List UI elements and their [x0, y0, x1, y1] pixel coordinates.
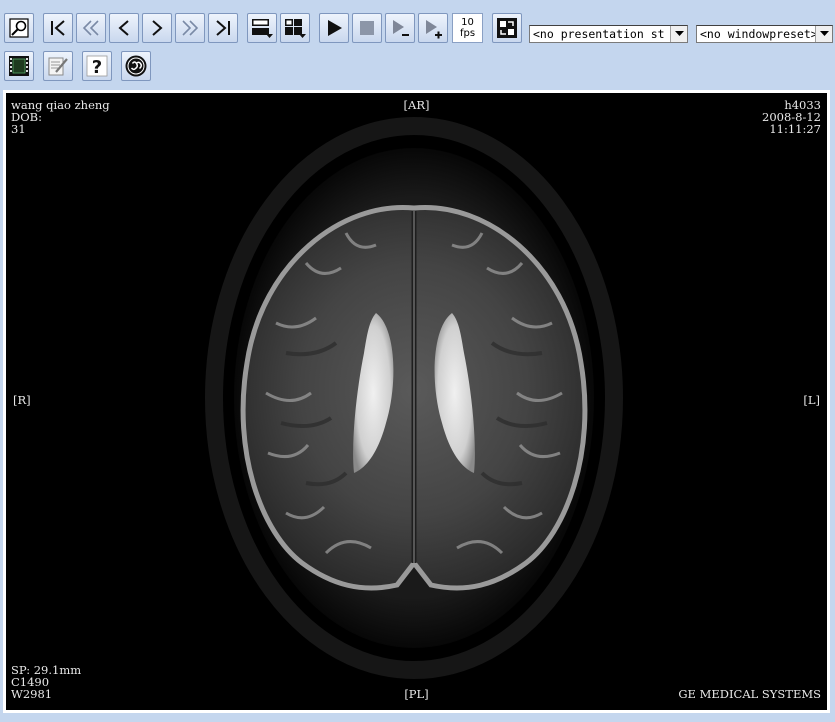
fast-rewind-button[interactable]: [76, 13, 106, 43]
previous-frame-button[interactable]: [109, 13, 139, 43]
increase-speed-button[interactable]: [418, 13, 448, 43]
play-icon: [328, 20, 342, 36]
skip-first-icon: [51, 20, 65, 36]
sync-icon: [497, 18, 517, 38]
stop-icon: [360, 21, 374, 35]
svg-text:?: ?: [92, 57, 102, 78]
film-icon: [9, 56, 29, 76]
ge-logo-button[interactable]: [121, 51, 151, 81]
layout-grid-icon: [285, 19, 306, 38]
fps-display: 10 fps: [452, 13, 483, 43]
fast-forward-button[interactable]: [175, 13, 205, 43]
presentation-state-value: <no presentation st: [533, 27, 665, 41]
annotate-button[interactable]: [43, 51, 73, 81]
orientation-top-marker: [AR]: [403, 98, 430, 112]
question-mark-icon: ?: [86, 55, 108, 78]
window-bottom-edge: [0, 714, 835, 722]
layout-rows-button[interactable]: [247, 13, 277, 43]
manufacturer-label: GE MEDICAL SYSTEMS: [678, 687, 821, 701]
next-frame-button[interactable]: [142, 13, 172, 43]
play-button[interactable]: [319, 13, 349, 43]
ge-logo-icon: [125, 55, 147, 77]
last-frame-button[interactable]: [208, 13, 238, 43]
dropdown-arrow-icon[interactable]: [670, 26, 687, 42]
layout-rows-icon: [252, 19, 273, 38]
presentation-state-select[interactable]: <no presentation st: [529, 25, 688, 43]
zoom-button[interactable]: [4, 13, 34, 43]
fps-unit: fps: [459, 28, 476, 39]
study-time: 11:11:27: [769, 122, 821, 136]
magnifier-icon: [9, 18, 29, 38]
play-plus-icon: [426, 20, 442, 39]
dropdown-arrow-icon[interactable]: [815, 26, 832, 42]
sync-button[interactable]: [492, 13, 522, 43]
image-number: 31: [11, 122, 26, 136]
layout-grid-button[interactable]: [280, 13, 310, 43]
orientation-right-marker: [L]: [803, 393, 820, 407]
window-preset-value: <no windowpreset>: [700, 27, 816, 41]
skip-last-icon: [216, 20, 230, 36]
double-chevron-right-icon: [182, 20, 199, 36]
chevron-left-icon: [118, 20, 129, 36]
note-edit-icon: [48, 57, 68, 76]
double-chevron-left-icon: [82, 20, 99, 36]
window-preset-select[interactable]: <no windowpreset>: [696, 25, 833, 43]
stop-button[interactable]: [352, 13, 382, 43]
film-strip-button[interactable]: [4, 51, 34, 81]
viewer-toolbar: 10 fps <no presentation st <no windowpre…: [0, 0, 835, 88]
play-minus-icon: [393, 20, 409, 36]
chevron-right-icon: [152, 20, 163, 36]
orientation-left-marker: [R]: [13, 393, 31, 407]
fps-value: 10: [461, 17, 474, 28]
mri-brain-image: [205, 117, 623, 679]
first-frame-button[interactable]: [43, 13, 73, 43]
image-viewport[interactable]: wang qiao zheng DOB: 31 [AR] h4033 2008-…: [3, 90, 830, 713]
help-button[interactable]: ?: [82, 51, 112, 81]
decrease-speed-button[interactable]: [385, 13, 415, 43]
